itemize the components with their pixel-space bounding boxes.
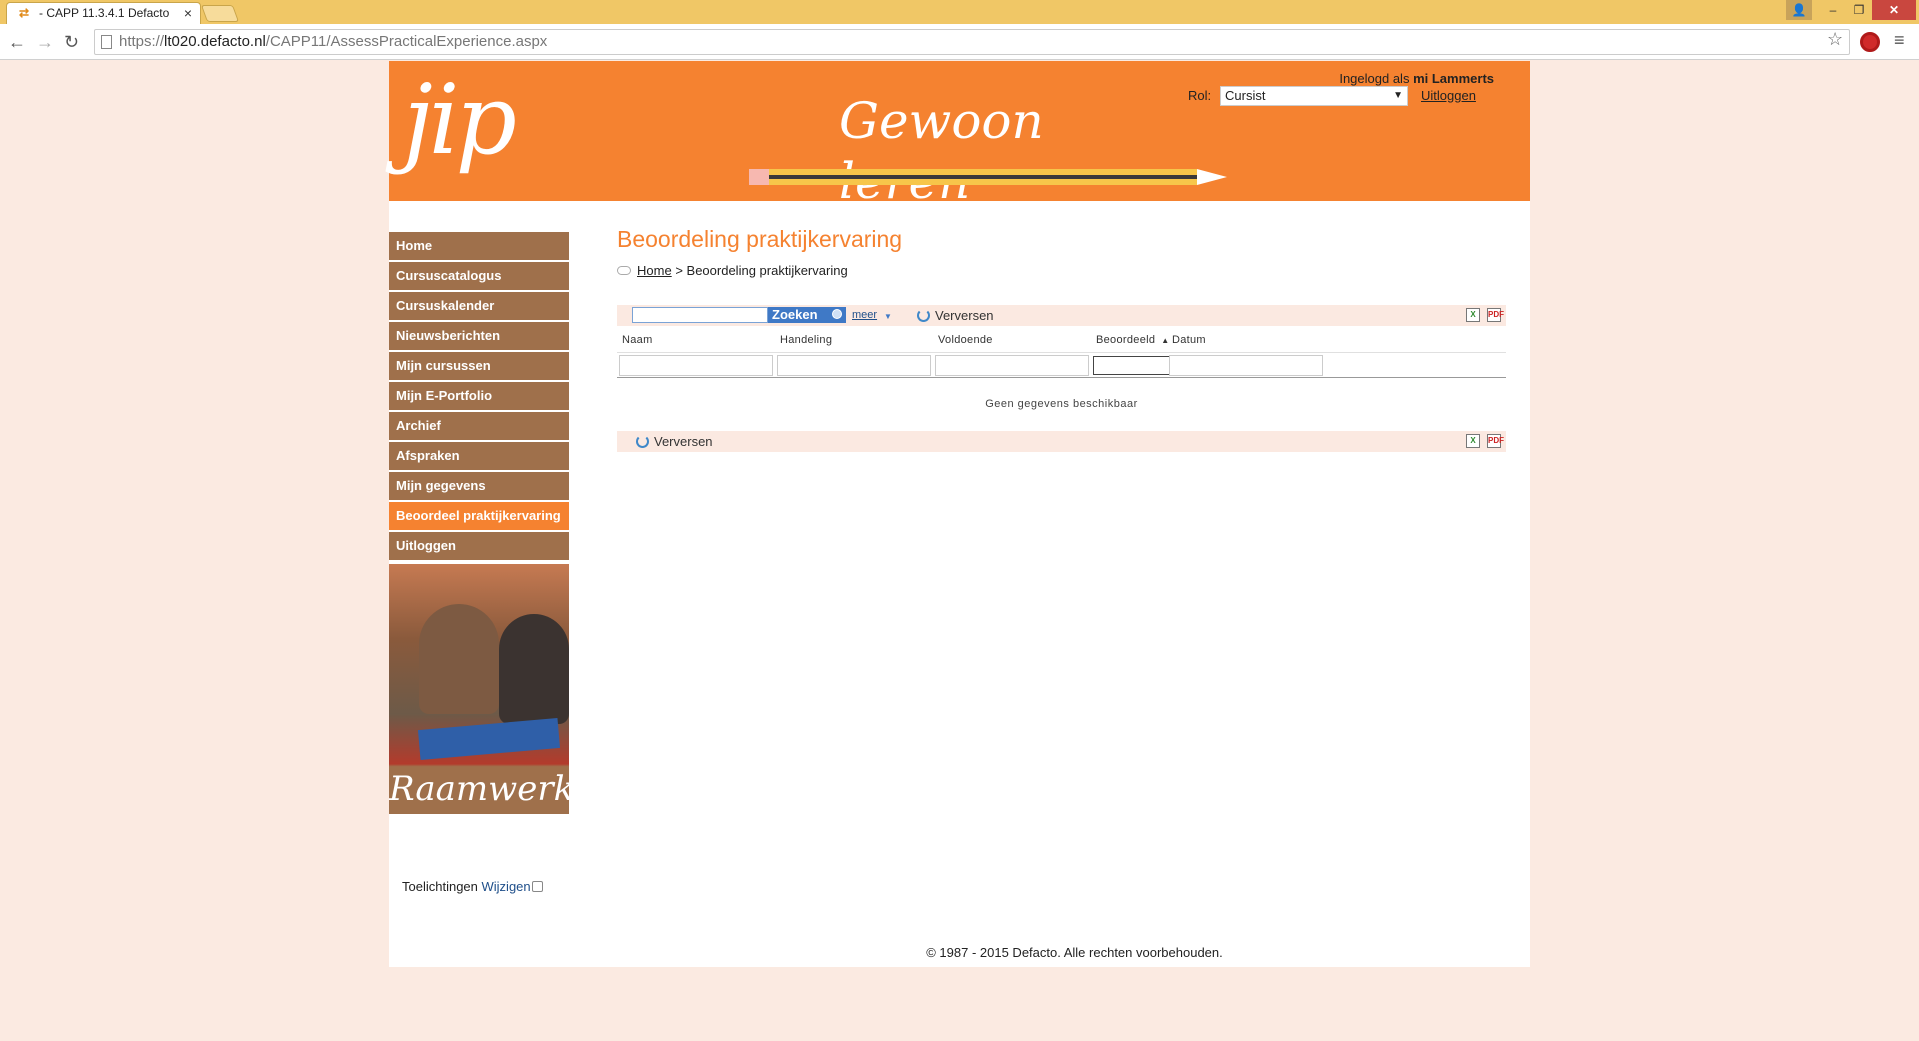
raamwerk-brand: Raamwerk xyxy=(389,769,569,809)
filter-naam-input[interactable] xyxy=(619,355,773,376)
sidebar-item-uitloggen[interactable]: Uitloggen xyxy=(389,532,569,560)
pdf-export-icon[interactable]: PDF xyxy=(1487,434,1504,448)
new-tab-button[interactable] xyxy=(200,5,240,22)
tab-title: - CAPP 11.3.4.1 Defacto xyxy=(39,6,170,20)
logout-link[interactable]: Uitloggen xyxy=(1421,88,1476,103)
pdf-export-icon[interactable]: PDF xyxy=(1487,308,1504,322)
browser-toolbar: ← → ↻ https://lt020.defacto.nl/CAPP11/As… xyxy=(0,24,1919,60)
excel-export-icon[interactable]: X xyxy=(1466,308,1480,322)
grid-toolbar: Zoeken meer ▼ Verversen X PDF xyxy=(617,305,1506,326)
url-prefix: https:// xyxy=(119,33,165,50)
excel-export-icon[interactable]: X xyxy=(1466,434,1480,448)
login-info: Ingelogd als mi Lammerts xyxy=(1339,71,1494,86)
grid-footer-toolbar: Verversen X PDF xyxy=(617,431,1506,452)
refresh-icon xyxy=(636,435,649,448)
sidebar-item-mijn-gegevens[interactable]: Mijn gegevens xyxy=(389,472,569,500)
sidebar-item-cursuskalender[interactable]: Cursuskalender xyxy=(389,292,569,320)
site-header: jip Gewoon leren Ingelogd als mi Lammert… xyxy=(389,61,1530,210)
sidebar-item-beoordeel-praktijkervaring[interactable]: Beoordeel praktijkervaring xyxy=(389,502,569,530)
data-grid: Zoeken meer ▼ Verversen X PDF Naam Hande… xyxy=(617,305,1506,452)
login-user: mi Lammerts xyxy=(1413,71,1494,86)
sidebar-item-afspraken[interactable]: Afspraken xyxy=(389,442,569,470)
sidebar-item-mijn-cursussen[interactable]: Mijn cursussen xyxy=(389,352,569,380)
filter-voldoende-input[interactable] xyxy=(935,355,1089,376)
browser-titlebar: ⇄ - CAPP 11.3.4.1 Defacto × 👤 – ❐ ✕ xyxy=(0,0,1919,24)
refresh-button-bottom[interactable]: Verversen xyxy=(636,434,713,449)
role-row: Rol: Cursist ▼ Uitloggen xyxy=(1174,86,1494,106)
refresh-icon xyxy=(917,309,930,322)
sidebar-item-archief[interactable]: Archief xyxy=(389,412,569,440)
search-input[interactable] xyxy=(632,307,768,323)
refresh-label: Verversen xyxy=(654,434,713,449)
wijzigen-label: Wijzigen xyxy=(481,879,531,894)
column-header-beoordeeld[interactable]: Beoordeeld ▲ xyxy=(1096,334,1170,346)
grid-header-row: Naam Handeling Voldoende Beoordeeld ▲ Dat… xyxy=(617,326,1506,353)
page-title: Beoordeling praktijkervaring xyxy=(617,226,903,252)
column-header-naam[interactable]: Naam xyxy=(622,334,653,346)
search-button-label: Zoeken xyxy=(772,307,818,322)
column-header-voldoende[interactable]: Voldoende xyxy=(938,334,993,346)
breadcrumb-current: Beoordeling praktijkervaring xyxy=(686,263,848,278)
column-header-datum[interactable]: Datum xyxy=(1172,334,1206,346)
sidebar-item-cursuscatalogus[interactable]: Cursuscatalogus xyxy=(389,262,569,290)
browser-tab[interactable]: ⇄ - CAPP 11.3.4.1 Defacto × xyxy=(6,2,201,24)
sidebar-item-home[interactable]: Home xyxy=(389,232,569,260)
main-content: Beoordeling praktijkervaring Home > Beoo… xyxy=(617,226,1507,452)
defacto-favicon-icon: ⇄ xyxy=(19,6,30,20)
address-bar[interactable]: https://lt020.defacto.nl/CAPP11/AssessPr… xyxy=(94,29,1850,55)
breadcrumb-icon xyxy=(617,266,631,275)
url-host: lt020.defacto.nl xyxy=(164,33,266,50)
url-path: /CAPP11/AssessPracticalExperience.aspx xyxy=(265,33,548,50)
search-icon xyxy=(832,309,842,319)
extension-icon[interactable] xyxy=(1860,32,1880,52)
chevron-down-icon[interactable]: ▼ xyxy=(884,312,892,321)
grid-filter-row: ▼ xyxy=(617,353,1506,378)
dropdown-arrow-icon: ▼ xyxy=(1393,90,1403,101)
refresh-button-top[interactable]: Verversen xyxy=(917,308,994,323)
column-header-handeling[interactable]: Handeling xyxy=(780,334,832,346)
sidebar-item-mijn-eportfolio[interactable]: Mijn E-Portfolio xyxy=(389,382,569,410)
back-arrow-icon[interactable]: ← xyxy=(8,32,26,52)
reload-icon[interactable]: ↻ xyxy=(64,32,79,52)
minimize-button[interactable]: – xyxy=(1820,0,1846,20)
wijzigen-checkbox[interactable] xyxy=(531,881,543,892)
toelichtingen-toggle: Toelichtingen Wijzigen xyxy=(402,879,543,894)
close-window-button[interactable]: ✕ xyxy=(1872,0,1916,20)
profile-icon[interactable]: 👤 xyxy=(1786,0,1812,20)
refresh-label: Verversen xyxy=(935,308,994,323)
slogan: Gewoon leren xyxy=(839,92,1044,210)
pencil-illustration xyxy=(749,169,1227,185)
footer-copyright: © 1987 - 2015 Defacto. Alle rechten voor… xyxy=(926,945,1223,960)
column-header-beoordeeld-label: Beoordeeld xyxy=(1096,334,1156,346)
breadcrumb-separator: > xyxy=(675,263,683,278)
role-label: Rol: xyxy=(1188,88,1212,103)
sidebar-item-nieuwsberichten[interactable]: Nieuwsberichten xyxy=(389,322,569,350)
filter-handeling-input[interactable] xyxy=(777,355,931,376)
breadcrumb-home-link[interactable]: Home xyxy=(637,263,672,278)
filter-datum-input[interactable] xyxy=(1169,355,1323,376)
browser-menu-icon[interactable]: ≡ xyxy=(1894,30,1905,51)
sidebar-photo: Raamwerk xyxy=(389,564,569,814)
page-icon xyxy=(101,35,112,49)
maximize-button[interactable]: ❐ xyxy=(1846,0,1872,20)
more-link[interactable]: meer xyxy=(852,309,877,321)
jip-logo[interactable]: jip xyxy=(403,61,517,191)
bookmark-star-icon[interactable]: ☆ xyxy=(1827,29,1843,50)
page-container: jip Gewoon leren Ingelogd als mi Lammert… xyxy=(389,61,1530,967)
sidebar-nav: Home Cursuscatalogus Cursuskalender Nieu… xyxy=(389,232,569,814)
empty-message: Geen gegevens beschikbaar xyxy=(985,398,1138,410)
toelichtingen-label: Toelichtingen xyxy=(402,879,478,894)
sort-ascending-icon: ▲ xyxy=(1161,336,1170,345)
breadcrumb: Home > Beoordeling praktijkervaring xyxy=(617,263,848,278)
tab-close-icon[interactable]: × xyxy=(184,3,192,24)
login-prefix: Ingelogd als xyxy=(1339,71,1410,86)
forward-arrow-icon[interactable]: → xyxy=(36,32,54,52)
role-value: Cursist xyxy=(1225,88,1266,103)
role-select[interactable]: Cursist ▼ xyxy=(1220,86,1408,106)
search-button[interactable]: Zoeken xyxy=(768,307,846,323)
